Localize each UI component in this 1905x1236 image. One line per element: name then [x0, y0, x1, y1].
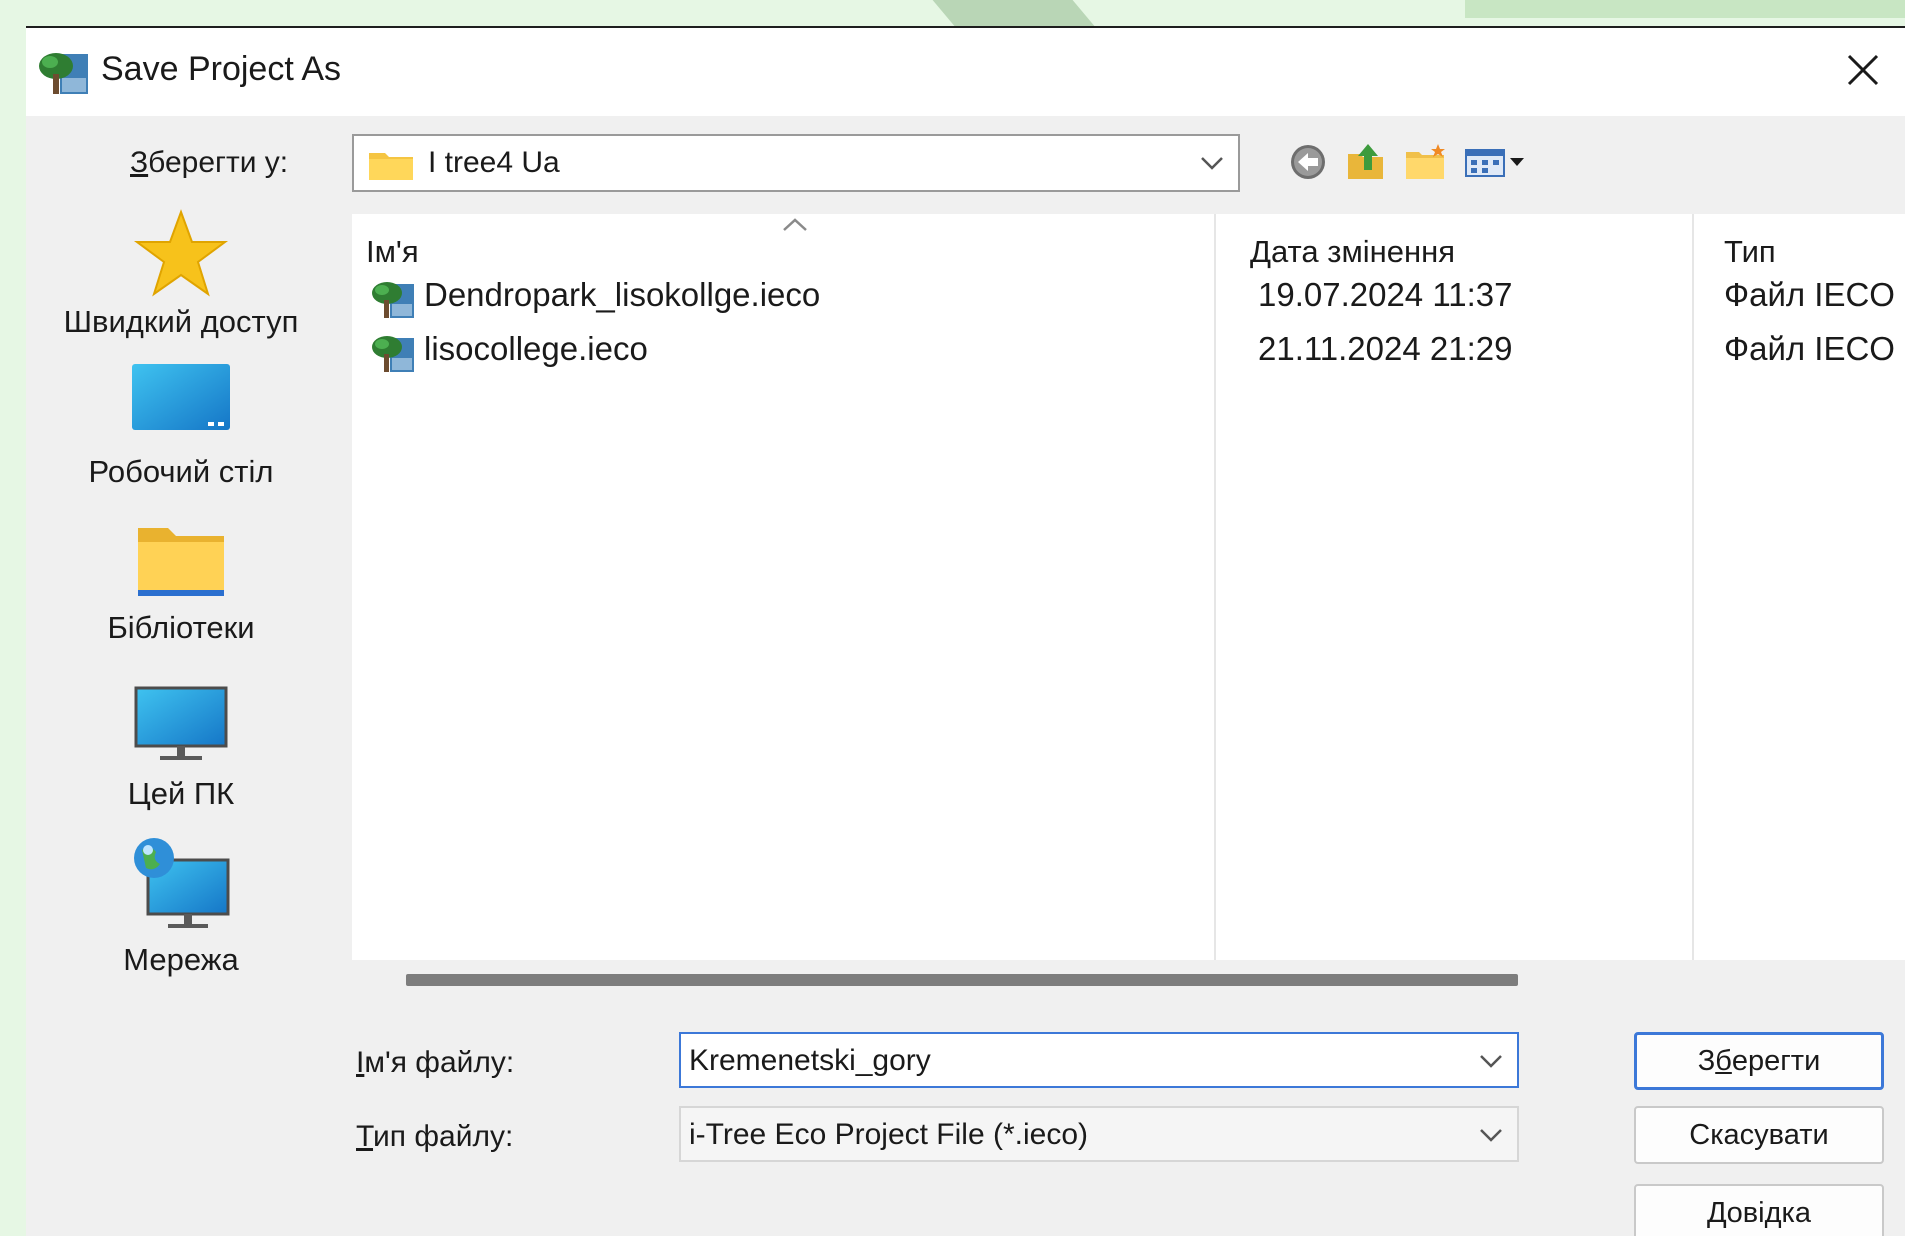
file-type-cell: Файл IECO: [1724, 330, 1895, 367]
column-header-date[interactable]: Дата змінення: [1250, 234, 1455, 270]
save-button[interactable]: Зб ерегти: [1634, 1032, 1884, 1090]
file-row[interactable]: Dendropark_lisokollge.ieco 19.07.2024 11…: [352, 272, 1905, 322]
new-folder-button[interactable]: [1402, 138, 1450, 186]
tree-file-icon: [372, 282, 414, 318]
file-date-cell: 21.11.2024 21:29: [1258, 330, 1513, 367]
sort-ascending-icon: [783, 218, 807, 231]
star-icon: [133, 209, 229, 297]
file-list[interactable]: Ім'я Дата змінення Тип Dendropark_lisoko…: [352, 214, 1905, 960]
view-menu-button[interactable]: [1462, 138, 1532, 186]
cancel-button[interactable]: Скасувати: [1634, 1106, 1884, 1164]
horizontal-scrollbar[interactable]: [352, 960, 1905, 998]
up-folder-button[interactable]: [1342, 138, 1390, 186]
save-project-dialog: Save Project As Зберегти у: I tree4 Ua Ш…: [26, 26, 1905, 1236]
network-icon: [134, 838, 230, 928]
close-icon: [1847, 54, 1879, 86]
file-name-combobox[interactable]: [679, 1032, 1519, 1088]
file-name-cell: Dendropark_lisokollge.ieco: [424, 276, 821, 313]
help-button[interactable]: Довідка: [1634, 1184, 1884, 1236]
scrollbar-thumb[interactable]: [406, 974, 1518, 986]
file-type-value: i-Tree Eco Project File (*.ieco): [689, 1118, 1088, 1151]
file-date-cell: 19.07.2024 11:37: [1258, 276, 1513, 313]
folder-icon: [369, 153, 413, 180]
place-libraries[interactable]: Бібліотеки: [26, 520, 336, 670]
save-in-dropdown[interactable]: I tree4 Ua: [352, 134, 1240, 192]
new-folder-icon: [1406, 144, 1445, 179]
close-button[interactable]: [1831, 40, 1895, 100]
save-in-label: Зберегти у:: [130, 146, 289, 179]
tree-icon: [39, 53, 88, 94]
file-type-dropdown[interactable]: i-Tree Eco Project File (*.ieco): [679, 1106, 1519, 1162]
place-desktop[interactable]: Робочий стіл: [26, 358, 336, 508]
up-folder-icon: [1348, 144, 1383, 179]
desktop-icon: [132, 364, 230, 430]
background-decoration-strip: [1465, 0, 1905, 18]
place-quick-access[interactable]: Швидкий доступ: [26, 208, 336, 358]
save-in-value: I tree4 Ua: [428, 146, 560, 179]
chevron-down-icon[interactable]: [1471, 1042, 1511, 1080]
column-header-type[interactable]: Тип: [1724, 234, 1776, 270]
title-bar: Save Project As: [26, 28, 1905, 116]
file-type-cell: Файл IECO: [1724, 276, 1895, 313]
place-network[interactable]: Мережа: [26, 836, 336, 986]
file-type-label: Тип файлу:: [356, 1120, 514, 1153]
place-this-pc[interactable]: Цей ПК: [26, 680, 336, 830]
file-name-label: Ім'я файлу:: [356, 1046, 515, 1079]
monitor-icon: [134, 686, 228, 760]
chevron-down-icon[interactable]: [1192, 144, 1232, 182]
file-name-input[interactable]: [689, 1044, 1449, 1078]
dialog-title: Save Project As: [101, 50, 342, 88]
folder-icon: [138, 528, 224, 596]
column-header-name[interactable]: Ім'я: [366, 234, 419, 270]
file-row[interactable]: lisocollege.ieco 21.11.2024 21:29 Файл I…: [352, 326, 1905, 376]
back-button[interactable]: [1284, 138, 1332, 186]
view-grid-icon: [1465, 149, 1524, 177]
back-arrow-icon: [1291, 145, 1325, 179]
tree-file-icon: [372, 336, 414, 372]
chevron-down-icon[interactable]: [1471, 1116, 1511, 1154]
file-name-cell: lisocollege.ieco: [424, 330, 648, 367]
